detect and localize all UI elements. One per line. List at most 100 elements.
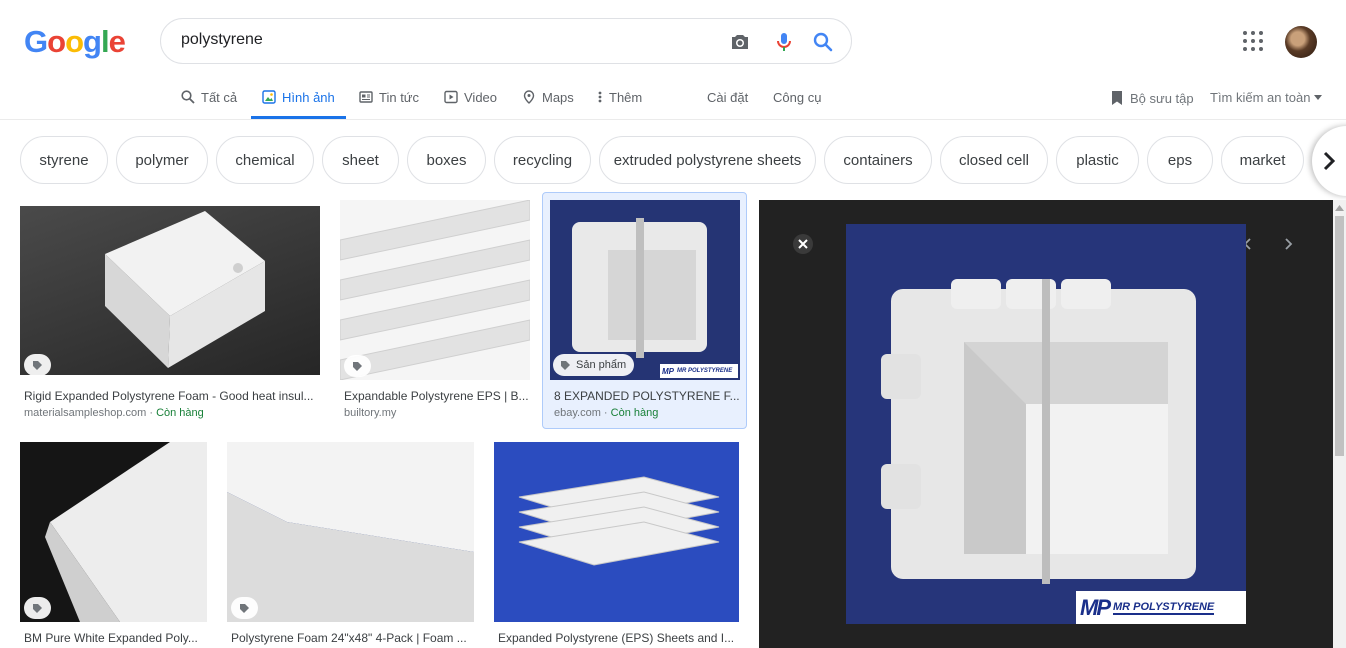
foam-board-image bbox=[227, 442, 474, 622]
safesearch-label: Tìm kiếm an toàn bbox=[1210, 90, 1311, 105]
news-icon bbox=[359, 91, 373, 103]
logo-letter: l bbox=[100, 24, 110, 59]
brand-logo: MP bbox=[1080, 594, 1111, 620]
result-image[interactable] bbox=[20, 442, 207, 622]
chip-closed-cell[interactable]: closed cell bbox=[940, 136, 1048, 184]
tab-images[interactable]: Hình ảnh bbox=[262, 88, 335, 106]
close-icon[interactable] bbox=[793, 234, 813, 254]
chip-label: chemical bbox=[235, 151, 295, 169]
logo-letter: g bbox=[83, 24, 102, 59]
tag-icon bbox=[561, 360, 570, 370]
chip-market[interactable]: market bbox=[1221, 136, 1304, 184]
search-input[interactable] bbox=[181, 31, 681, 49]
settings-link[interactable]: Cài đặt bbox=[707, 88, 748, 106]
avatar[interactable] bbox=[1285, 26, 1317, 58]
tab-label: Tin tức bbox=[379, 89, 420, 105]
stock-status: Còn hàng bbox=[156, 407, 204, 419]
source-name: materialsampleshop.com bbox=[24, 407, 147, 419]
scroll-up-icon[interactable] bbox=[1335, 204, 1344, 212]
tab-all[interactable]: Tất cả bbox=[181, 88, 237, 106]
chip-recycling[interactable]: recycling bbox=[494, 136, 591, 184]
result-title[interactable]: 8 EXPANDED POLYSTYRENE F... bbox=[554, 389, 740, 403]
chip-label: market bbox=[1239, 151, 1286, 169]
chip-label: extruded polystyrene sheets bbox=[613, 151, 802, 169]
tag-badge bbox=[24, 354, 51, 375]
chip-boxes[interactable]: boxes bbox=[407, 136, 486, 184]
result-title[interactable]: Expanded Polystyrene (EPS) Sheets and I.… bbox=[498, 631, 738, 645]
chip-containers[interactable]: containers bbox=[824, 136, 932, 184]
result-source: ebay.com · Còn hàng bbox=[554, 407, 659, 419]
result-title[interactable]: BM Pure White Expanded Poly... bbox=[24, 631, 204, 645]
tag-badge bbox=[231, 597, 258, 619]
result-source: materialsampleshop.com · Còn hàng bbox=[24, 407, 204, 419]
tab-news[interactable]: Tin tức bbox=[359, 88, 419, 106]
search-box bbox=[160, 18, 852, 64]
settings-label: Cài đặt bbox=[707, 89, 749, 105]
logo-letter: G bbox=[24, 24, 48, 59]
foam-corner-protector-image bbox=[846, 224, 1246, 624]
tools-label: Công cụ bbox=[773, 89, 822, 105]
result-image[interactable] bbox=[227, 442, 474, 622]
result-image[interactable] bbox=[20, 206, 320, 375]
camera-icon[interactable] bbox=[728, 30, 752, 54]
bookmark-icon bbox=[1112, 91, 1122, 105]
preview-image[interactable]: MP MR POLYSTYRENE bbox=[846, 224, 1246, 624]
tab-maps[interactable]: Maps bbox=[522, 88, 574, 106]
chip-extruded-polystyrene-sheets[interactable]: extruded polystyrene sheets bbox=[599, 136, 816, 184]
chip-label: sheet bbox=[342, 151, 379, 169]
chip-label: eps bbox=[1167, 151, 1193, 169]
foam-sheets-image bbox=[340, 200, 530, 380]
tab-label: Tất cả bbox=[201, 89, 238, 105]
logo-letter: e bbox=[108, 24, 126, 59]
header-divider bbox=[0, 119, 1346, 120]
tag-icon bbox=[353, 361, 362, 371]
image-icon bbox=[262, 90, 276, 104]
result-title[interactable]: Rigid Expanded Polystyrene Foam - Good h… bbox=[24, 389, 318, 403]
safesearch-dropdown[interactable]: Tìm kiếm an toàn bbox=[1210, 90, 1323, 105]
watermark-logo: MP bbox=[662, 366, 674, 376]
tab-label: Maps bbox=[542, 89, 574, 105]
collections-link[interactable]: Bộ sưu tập bbox=[1110, 90, 1194, 106]
chip-styrene[interactable]: styrene bbox=[20, 136, 108, 184]
result-image[interactable]: MP MR POLYSTYRENE Sản phẩm bbox=[550, 200, 740, 380]
chip-label: styrene bbox=[39, 151, 89, 169]
tag-badge bbox=[344, 355, 371, 377]
apps-grid-icon[interactable] bbox=[1242, 30, 1264, 52]
tab-video[interactable]: Video bbox=[444, 88, 497, 106]
tools-link[interactable]: Công cụ bbox=[773, 88, 821, 106]
tab-more[interactable]: Thêm bbox=[597, 88, 642, 106]
logo-letter: o bbox=[65, 24, 84, 59]
eps-sheets-image bbox=[494, 442, 739, 622]
google-logo[interactable]: Google bbox=[24, 24, 126, 60]
tag-icon bbox=[33, 360, 42, 370]
chip-label: containers bbox=[843, 151, 913, 169]
tag-badge: Sản phẩm bbox=[553, 354, 635, 376]
foam-edge-image bbox=[20, 442, 207, 622]
result-title[interactable]: Expandable Polystyrene EPS | B... bbox=[344, 389, 530, 403]
source-name: ebay.com bbox=[554, 407, 601, 419]
badge-label: Sản phẩm bbox=[576, 359, 627, 371]
result-title[interactable]: Polystyrene Foam 24"x48" 4-Pack | Foam .… bbox=[231, 631, 473, 645]
chips-next-button[interactable] bbox=[1312, 126, 1346, 196]
video-icon bbox=[444, 90, 458, 104]
chip-eps[interactable]: eps bbox=[1147, 136, 1213, 184]
tab-label: Video bbox=[464, 89, 498, 105]
collections-label: Bộ sưu tập bbox=[1130, 90, 1194, 106]
foam-corner-image bbox=[550, 200, 740, 380]
search-icon[interactable] bbox=[811, 30, 835, 54]
chevron-right-icon[interactable] bbox=[1280, 236, 1296, 252]
result-image[interactable] bbox=[340, 200, 530, 380]
chip-chemical[interactable]: chemical bbox=[216, 136, 314, 184]
scrollbar-thumb[interactable] bbox=[1335, 216, 1344, 456]
tab-label: Hình ảnh bbox=[282, 89, 335, 105]
chip-label: boxes bbox=[426, 151, 467, 169]
result-source: builtory.my bbox=[344, 407, 397, 419]
chip-sheet[interactable]: sheet bbox=[322, 136, 399, 184]
caret-down-icon bbox=[1314, 95, 1323, 100]
chip-polymer[interactable]: polymer bbox=[116, 136, 208, 184]
stock-status: Còn hàng bbox=[610, 407, 659, 419]
logo-letter: o bbox=[47, 24, 66, 59]
result-image[interactable] bbox=[494, 442, 739, 622]
microphone-icon[interactable] bbox=[772, 30, 796, 54]
chip-plastic[interactable]: plastic bbox=[1056, 136, 1139, 184]
